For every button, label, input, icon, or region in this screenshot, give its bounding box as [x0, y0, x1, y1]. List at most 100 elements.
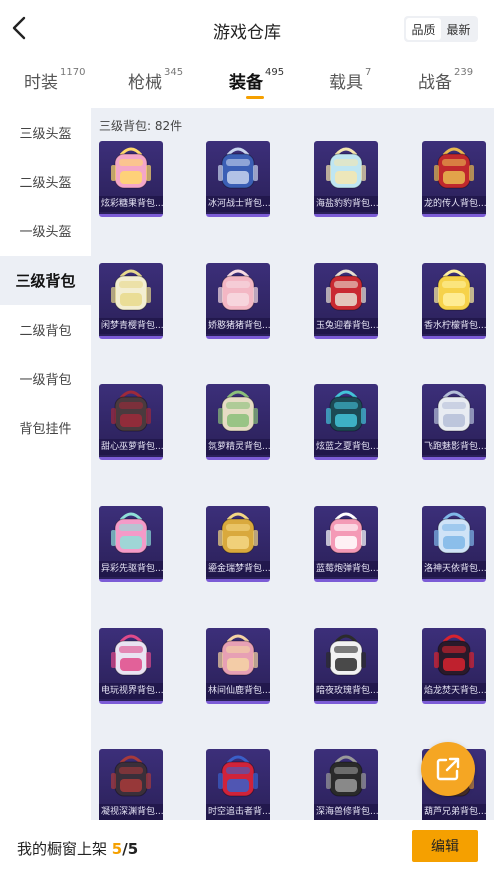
tab-guns[interactable]: 枪械345	[128, 67, 184, 93]
showcase-total: /5	[122, 840, 139, 858]
backpack-icon	[326, 634, 366, 676]
item-card[interactable]: 洛神天依背包...	[422, 506, 486, 582]
item-name: 海盐豹豹背包...	[314, 196, 378, 212]
item-name: 葫芦兄弟背包...	[422, 804, 486, 820]
item-card[interactable]: 甜心巫萝背包...	[99, 384, 163, 460]
item-name: 深海兽修背包...	[314, 804, 378, 820]
showcase-count: 5	[111, 840, 123, 858]
section-title: 三级背包: 82件	[99, 119, 183, 133]
backpack-icon	[111, 755, 151, 797]
item-card[interactable]: 炫彩糖果背包...	[99, 141, 163, 217]
item-name: 玉兔迎春背包...	[314, 318, 378, 334]
item-card[interactable]: 海盐豹豹背包...	[314, 141, 378, 217]
sort-toggle: 品质 最新	[404, 16, 478, 42]
sidebar-item-backpack-lv1[interactable]: 一级背包	[0, 354, 91, 403]
tab-label: 枪械	[128, 73, 162, 93]
item-name: 炫蓝之夏背包...	[314, 439, 378, 455]
backpack-icon	[434, 634, 474, 676]
sidebar-item-helmet-lv1[interactable]: 一级头盔	[0, 206, 91, 255]
item-name: 凝视深渊背包...	[99, 804, 163, 820]
item-name: 林间仙鹿背包...	[206, 683, 270, 699]
item-card[interactable]: 娇憨猪猪背包...	[206, 263, 270, 339]
item-card[interactable]: 氛萝精灵背包...	[206, 384, 270, 460]
sidebar-item-helmet-lv3[interactable]: 三级头盔	[0, 108, 91, 157]
sidebar-item-backpack-charm[interactable]: 背包挂件	[0, 403, 91, 452]
bottom-bar: 我的橱窗上架 5/5 编辑	[0, 820, 494, 875]
backpack-icon	[111, 269, 151, 311]
item-card[interactable]: 深海兽修背包...	[314, 749, 378, 820]
item-card[interactable]: 电玩视界背包...	[99, 628, 163, 704]
active-tab-indicator	[246, 96, 264, 99]
item-name: 龙的传人背包...	[422, 196, 486, 212]
tab-count: 1170	[60, 67, 86, 78]
tab-count: 7	[365, 67, 372, 78]
item-name: 闲梦青樱背包...	[99, 318, 163, 334]
backpack-icon	[111, 634, 151, 676]
tab-equipment[interactable]: 装备495	[229, 67, 284, 93]
item-name: 炫彩糖果背包...	[99, 196, 163, 212]
item-card[interactable]: 飞跑魅影背包...	[422, 384, 486, 460]
item-name: 氛萝精灵背包...	[206, 439, 270, 455]
tab-vehicles[interactable]: 载具7	[329, 67, 372, 93]
tab-label: 装备	[229, 73, 263, 93]
header: 游戏仓库 品质 最新	[0, 0, 494, 58]
tab-label: 载具	[329, 73, 363, 93]
backpack-icon	[326, 755, 366, 797]
item-name: 时空追击者背...	[206, 804, 270, 820]
backpack-icon	[218, 755, 258, 797]
backpack-icon	[326, 512, 366, 554]
item-card[interactable]: 异彩先驱背包...	[99, 506, 163, 582]
item-name: 飞跑魅影背包...	[422, 439, 486, 455]
item-card[interactable]: 冰河战士背包...	[206, 141, 270, 217]
category-tabs: 时装1170 枪械345 装备495 载具7 战备239	[0, 62, 494, 106]
backpack-icon	[111, 390, 151, 432]
tab-count: 345	[164, 67, 184, 78]
backpack-icon	[218, 634, 258, 676]
backpack-icon	[326, 147, 366, 189]
item-card[interactable]: 蓝莓炮弹背包...	[314, 506, 378, 582]
item-name: 娇憨猪猪背包...	[206, 318, 270, 334]
item-name: 暗夜玫瑰背包...	[314, 683, 378, 699]
item-grid-panel: 三级背包: 82件 炫彩糖果背包... 冰河战士背包... 海盐豹豹背包... 龙的传…	[91, 108, 494, 820]
backpack-icon	[434, 147, 474, 189]
item-card[interactable]: 暗夜玫瑰背包...	[314, 628, 378, 704]
item-card[interactable]: 香水柠檬背包...	[422, 263, 486, 339]
edit-button[interactable]: 编辑	[412, 830, 478, 862]
backpack-icon	[434, 512, 474, 554]
sidebar-item-backpack-lv3[interactable]: 三级背包	[0, 256, 91, 305]
backpack-icon	[218, 147, 258, 189]
backpack-icon	[218, 390, 258, 432]
item-card[interactable]: 炫蓝之夏背包...	[314, 384, 378, 460]
item-card[interactable]: 闲梦青樱背包...	[99, 263, 163, 339]
item-card[interactable]: 玉兔迎春背包...	[314, 263, 378, 339]
item-card[interactable]: 时空追击者背...	[206, 749, 270, 820]
item-name: 蓝莓炮弹背包...	[314, 561, 378, 577]
tab-label: 战备	[418, 73, 452, 93]
backpack-icon	[434, 390, 474, 432]
item-card[interactable]: 鎏金瑞梦背包...	[206, 506, 270, 582]
tab-supplies[interactable]: 战备239	[418, 67, 474, 93]
item-name: 焰龙焚天背包...	[422, 683, 486, 699]
item-card[interactable]: 凝视深渊背包...	[99, 749, 163, 820]
item-name: 冰河战士背包...	[206, 196, 270, 212]
item-name: 香水柠檬背包...	[422, 318, 486, 334]
sort-option-quality[interactable]: 品质	[406, 18, 441, 40]
item-name: 异彩先驱背包...	[99, 561, 163, 577]
tab-count: 239	[454, 67, 474, 78]
sidebar-item-helmet-lv2[interactable]: 二级头盔	[0, 157, 91, 206]
backpack-icon	[111, 147, 151, 189]
showcase-label: 我的橱窗上架	[17, 840, 108, 858]
tab-fashion[interactable]: 时装1170	[24, 67, 86, 93]
sidebar-item-backpack-lv2[interactable]: 二级背包	[0, 305, 91, 354]
item-card[interactable]: 林间仙鹿背包...	[206, 628, 270, 704]
backpack-icon	[326, 390, 366, 432]
share-button[interactable]	[421, 742, 475, 796]
item-card[interactable]: 龙的传人背包...	[422, 141, 486, 217]
item-name: 电玩视界背包...	[99, 683, 163, 699]
backpack-icon	[326, 269, 366, 311]
item-name: 甜心巫萝背包...	[99, 439, 163, 455]
showcase-status: 我的橱窗上架 5/5	[17, 838, 138, 859]
backpack-icon	[111, 512, 151, 554]
item-card[interactable]: 焰龙焚天背包...	[422, 628, 486, 704]
sort-option-latest[interactable]: 最新	[441, 18, 476, 40]
